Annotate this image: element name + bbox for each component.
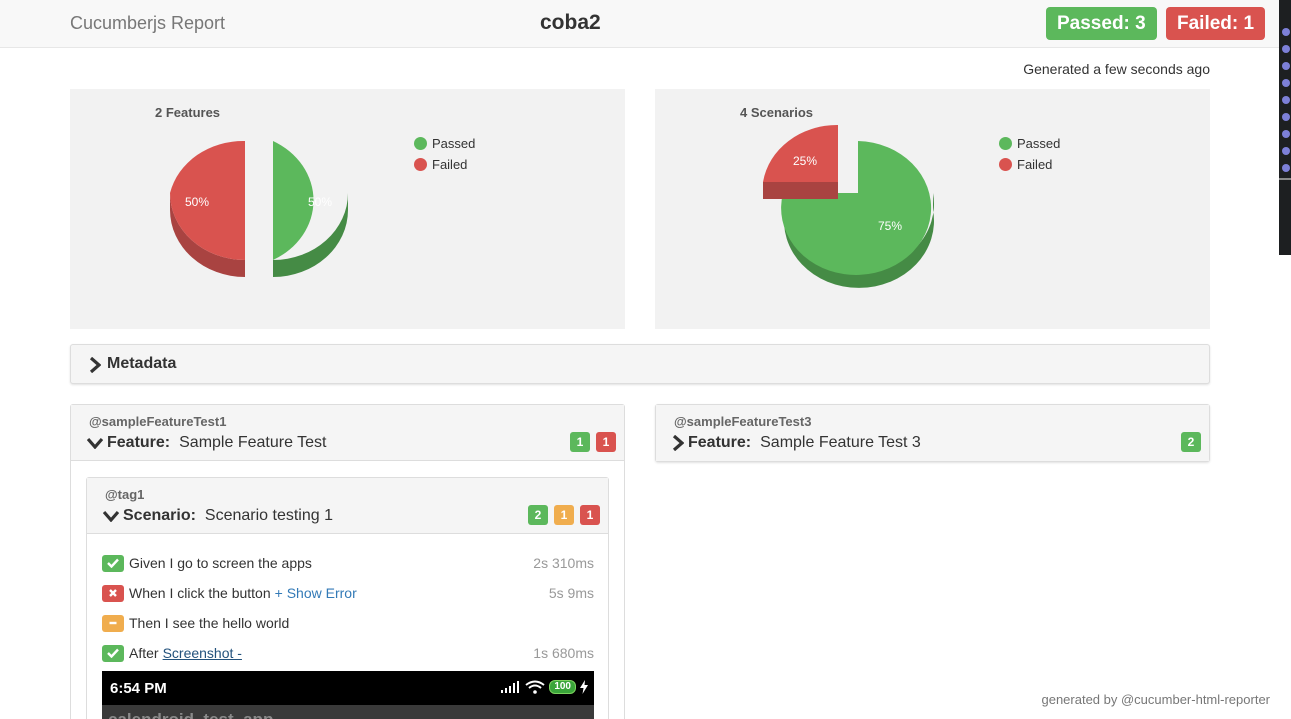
failed-count: 1: [596, 432, 616, 452]
screenshot-link[interactable]: Screenshot -: [163, 645, 242, 661]
features-pie-chart: 50% 50%: [170, 140, 348, 277]
slice-label-failed: 25%: [793, 154, 817, 168]
app-title: calendroid_test_app: [108, 710, 273, 719]
legend-item-passed[interactable]: Passed: [414, 133, 475, 154]
passed-count: 2: [1181, 432, 1201, 452]
passed-count-badge: Passed: 3: [1046, 7, 1157, 40]
legend-dot-passed: [999, 137, 1012, 150]
step-row: Then I see the hello world: [102, 608, 594, 638]
top-navbar: Cucumberjs Report coba2 Passed: 3 Failed…: [0, 0, 1291, 48]
chevron-right-icon: [89, 357, 101, 373]
feature-title: Feature: Sample Feature Test: [87, 434, 326, 452]
scenario-tag: @tag1: [105, 487, 145, 502]
feature-card: @sampleFeatureTest3 Feature: Sample Feat…: [655, 404, 1210, 462]
step-row: After Screenshot - 1s 680ms: [102, 638, 594, 668]
adjacent-window-edge: [1279, 0, 1291, 255]
scenarios-chart-panel: 4 Scenarios 25% 75% Passed Failed: [655, 89, 1210, 329]
step-text: Then I see the hello world: [129, 615, 290, 631]
step-row: Given I go to screen the apps 2s 310ms: [102, 548, 594, 578]
feature-name: Sample Feature Test: [179, 434, 327, 451]
feature-title: Feature: Sample Feature Test 3: [672, 434, 921, 452]
cross-icon: [102, 584, 124, 602]
step-row: When I click the button + Show Error 5s …: [102, 578, 594, 608]
scenario-status-badges: 2 1 1: [522, 505, 600, 525]
scenarios-pie-chart: 25% 75%: [763, 124, 934, 288]
feature-keyword: Feature:: [688, 434, 752, 451]
slice-label-passed: 75%: [878, 219, 902, 233]
features-chart-panel: 2 Features 50% 50% Passed Failed: [70, 89, 625, 329]
step-text: After: [129, 645, 159, 661]
legend-item-passed[interactable]: Passed: [999, 133, 1060, 154]
wifi-icon: [525, 680, 545, 694]
signal-icon: [501, 681, 520, 693]
battery-indicator: 100: [549, 680, 576, 694]
chart-legend: Passed Failed: [999, 133, 1060, 175]
scenario-name: Scenario testing 1: [204, 507, 333, 524]
slice-label-failed: 50%: [185, 195, 209, 209]
legend-dot-passed: [414, 137, 427, 150]
chevron-down-icon: [87, 437, 103, 449]
legend-label: Failed: [1017, 157, 1053, 172]
legend-dot-failed: [414, 158, 427, 171]
skipped-count: 1: [554, 505, 574, 525]
chevron-right-icon: [672, 435, 684, 451]
pie-slice-failed-side: [763, 182, 838, 199]
feature-status-badges: 1 1: [564, 432, 616, 452]
scenario-header[interactable]: @tag1 Scenario: Scenario testing 1 2 1 1: [87, 478, 608, 534]
minus-icon: [102, 614, 124, 632]
step-duration: 2s 310ms: [533, 555, 594, 571]
metadata-panel-toggle[interactable]: Metadata: [70, 344, 1210, 384]
legend-dot-failed: [999, 158, 1012, 171]
project-name: coba2: [540, 11, 601, 34]
failed-count-badge: Failed: 1: [1166, 7, 1266, 40]
brand-title[interactable]: Cucumberjs Report: [70, 13, 225, 34]
scenario-title: Scenario: Scenario testing 1: [103, 507, 333, 525]
legend-item-failed[interactable]: Failed: [999, 154, 1060, 175]
phone-status-icons: 100: [501, 680, 588, 694]
steps-list: Given I go to screen the apps 2s 310ms W…: [102, 548, 594, 668]
feature-name: Sample Feature Test 3: [760, 434, 921, 451]
feature-header[interactable]: @sampleFeatureTest3 Feature: Sample Feat…: [656, 405, 1209, 461]
chart-legend: Passed Failed: [414, 133, 475, 175]
step-duration: 1s 680ms: [533, 645, 594, 661]
passed-count: 2: [528, 505, 548, 525]
chevron-down-icon: [103, 510, 119, 522]
generated-time: Generated a few seconds ago: [1023, 61, 1210, 77]
legend-label: Passed: [1017, 136, 1061, 151]
step-duration: 5s 9ms: [548, 585, 594, 601]
feature-header[interactable]: @sampleFeatureTest1 Feature: Sample Feat…: [71, 405, 624, 461]
phone-clock: 6:54 PM: [110, 680, 167, 697]
step-text: Given I go to screen the apps: [129, 555, 312, 571]
slice-label-passed: 50%: [308, 195, 332, 209]
check-icon: [102, 554, 124, 572]
screenshot-image: 6:54 PM 100 calendroid_test_app: [102, 671, 594, 719]
legend-label: Passed: [432, 136, 476, 151]
passed-count: 1: [570, 432, 590, 452]
feature-tag: @sampleFeatureTest3: [674, 414, 812, 429]
failed-count: 1: [580, 505, 600, 525]
feature-status-badges: 2: [1175, 432, 1201, 452]
legend-item-failed[interactable]: Failed: [414, 154, 475, 175]
footer-credit: generated by @cucumber-html-reporter: [1041, 692, 1270, 707]
feature-card: @sampleFeatureTest1 Feature: Sample Feat…: [70, 404, 625, 719]
scenario-keyword: Scenario:: [123, 507, 196, 524]
check-icon: [102, 644, 124, 662]
show-error-link[interactable]: + Show Error: [275, 585, 357, 601]
feature-keyword: Feature:: [107, 434, 171, 451]
step-text: When I click the button: [129, 585, 271, 601]
metadata-title: Metadata: [107, 355, 177, 372]
legend-label: Failed: [432, 157, 468, 172]
charging-icon: [580, 680, 588, 694]
scenario-card: @tag1 Scenario: Scenario testing 1 2 1 1…: [86, 477, 609, 719]
feature-tag: @sampleFeatureTest1: [89, 414, 227, 429]
